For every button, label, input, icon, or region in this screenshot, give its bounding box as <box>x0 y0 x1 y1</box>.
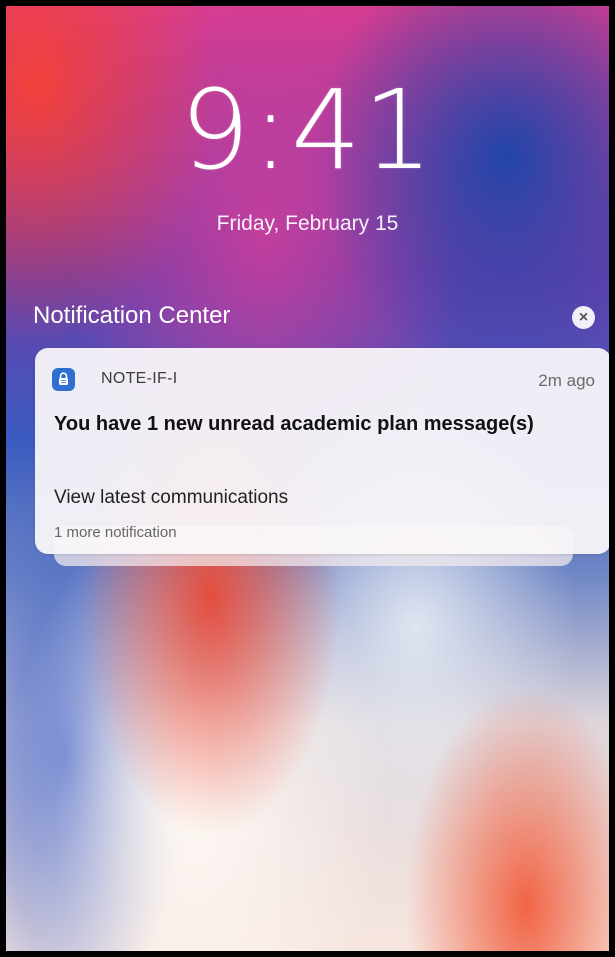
close-icon[interactable]: × <box>572 306 595 329</box>
notification-title: You have 1 new unread academic plan mess… <box>54 413 534 435</box>
lock-screen-time: 9:41 <box>179 66 436 194</box>
notification-center-title: Notification Center <box>33 302 231 329</box>
notification-app-name: NOTE-IF-I <box>101 370 178 387</box>
notification-timestamp: 2m ago <box>538 371 595 390</box>
notification-card[interactable]: NOTE-IF-I 2m ago You have 1 new unread a… <box>35 348 609 554</box>
lock-icon <box>52 368 75 391</box>
more-notifications-label: 1 more notification <box>54 524 177 541</box>
lock-screen-date: Friday, February 15 <box>216 212 399 235</box>
lock-screen: 9:41 Friday, February 15 Notification Ce… <box>0 0 615 957</box>
notification-body: View latest communications <box>54 487 289 508</box>
